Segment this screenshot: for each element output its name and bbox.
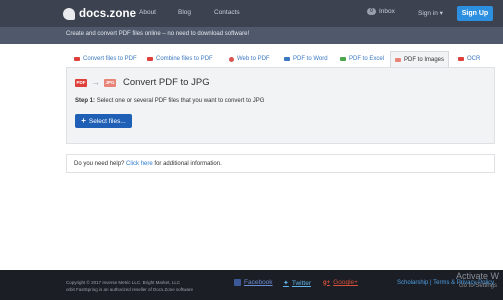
help-box: Do you need help? Click here for additio… — [66, 154, 495, 173]
facebook-icon — [234, 279, 241, 286]
tab-label: Combine files to PDF — [156, 56, 213, 62]
help-suffix: for additional information. — [154, 161, 222, 167]
select-files-label: Select files... — [88, 117, 126, 125]
tab-combine-files-to-pdf[interactable]: Combine files to PDF — [147, 51, 213, 67]
tool-tabs: Convert files to PDF Combine files to PD… — [66, 51, 495, 68]
jpg-badge-icon: JPG — [104, 78, 116, 87]
google-plus-link[interactable]: g+ Google+ — [323, 279, 358, 286]
help-click-here-link[interactable]: Click here — [126, 161, 153, 167]
ocr-icon — [458, 57, 464, 61]
converter-title: Convert PDF to JPG — [123, 77, 210, 88]
tab-pdf-to-images[interactable]: PDF to Images — [390, 51, 450, 68]
tab-label: Web to PDF — [237, 56, 270, 62]
plus-icon: + — [81, 116, 86, 125]
word-icon — [284, 57, 290, 61]
inbox-link[interactable]: 0 Inbox — [367, 8, 395, 15]
twitter-icon: ✦ — [283, 280, 289, 287]
tagline-bar: Create and convert PDF files online – no… — [0, 27, 503, 44]
activate-windows-watermark: Activate W — [456, 271, 500, 281]
nav-contacts[interactable]: Contacts — [214, 9, 240, 16]
step-instruction: Step 1: Select one or several PDF files … — [75, 98, 264, 104]
footer: Copyright © 2017 Inverse Metric LLC. Bri… — [0, 270, 503, 300]
sign-up-button[interactable]: Sign Up — [457, 6, 493, 21]
top-navbar: docs.zone About Blog Contacts 0 Inbox Si… — [0, 0, 503, 27]
tab-label: Convert files to PDF — [83, 56, 137, 62]
help-prefix: Do you need help? — [74, 161, 125, 167]
logo-text: docs.zone — [79, 8, 137, 20]
tab-label: PDF to Images — [404, 57, 445, 63]
converter-panel: PDF → JPG Convert PDF to JPG Step 1: Sel… — [66, 67, 495, 144]
converter-heading: PDF → JPG Convert PDF to JPG — [75, 77, 210, 88]
arrow-right-icon: → — [91, 77, 100, 87]
step-text: Select one or several PDF files that you… — [96, 98, 265, 104]
tab-label: PDF to Word — [293, 56, 328, 62]
tab-label: PDF to Excel — [349, 56, 385, 62]
tab-pdf-to-excel[interactable]: PDF to Excel — [340, 51, 384, 67]
settings-watermark: Go to Settings — [459, 283, 498, 289]
pdf-badge-icon: PDF — [75, 78, 87, 87]
select-files-button[interactable]: + Select files... — [75, 114, 132, 128]
docs-zone-logo[interactable]: docs.zone — [63, 6, 136, 22]
inbox-label: Inbox — [379, 8, 395, 15]
facebook-label: Facebook — [244, 279, 273, 286]
tab-label: OCR — [467, 56, 481, 62]
tagline-text: Create and convert PDF files online – no… — [66, 31, 250, 37]
twitter-link[interactable]: ✦ Twitter — [283, 279, 312, 288]
pdf-icon — [74, 57, 80, 61]
step-label: Step 1: — [75, 98, 96, 104]
image-icon — [395, 58, 401, 62]
google-plus-icon: g+ — [323, 279, 331, 286]
twitter-label: Twitter — [291, 279, 312, 287]
facebook-link[interactable]: Facebook — [234, 279, 273, 286]
nav-blog[interactable]: Blog — [178, 9, 191, 16]
tab-web-to-pdf[interactable]: Web to PDF — [229, 51, 270, 67]
tab-ocr[interactable]: OCR — [458, 51, 480, 67]
tab-pdf-to-word[interactable]: PDF to Word — [284, 51, 328, 67]
copyright-line-1: Copyright © 2017 Inverse Metric LLC. Bri… — [66, 280, 181, 285]
tab-convert-files-to-pdf[interactable]: Convert files to PDF — [74, 51, 137, 67]
logo-icon — [63, 8, 75, 20]
google-plus-label: Google+ — [333, 279, 358, 286]
excel-icon — [340, 57, 346, 61]
combine-icon — [147, 57, 153, 61]
inbox-count-badge: 0 — [367, 8, 376, 15]
copyright-line-2: orbit FastSpring is an authorized resell… — [66, 287, 194, 292]
nav-about[interactable]: About — [139, 9, 156, 16]
globe-icon — [229, 56, 234, 62]
footer-copyright: Copyright © 2017 Inverse Metric LLC. Bri… — [66, 279, 193, 293]
help-text: Do you need help? Click here for additio… — [74, 161, 222, 167]
sign-in-dropdown[interactable]: Sign in ▾ — [418, 9, 443, 17]
